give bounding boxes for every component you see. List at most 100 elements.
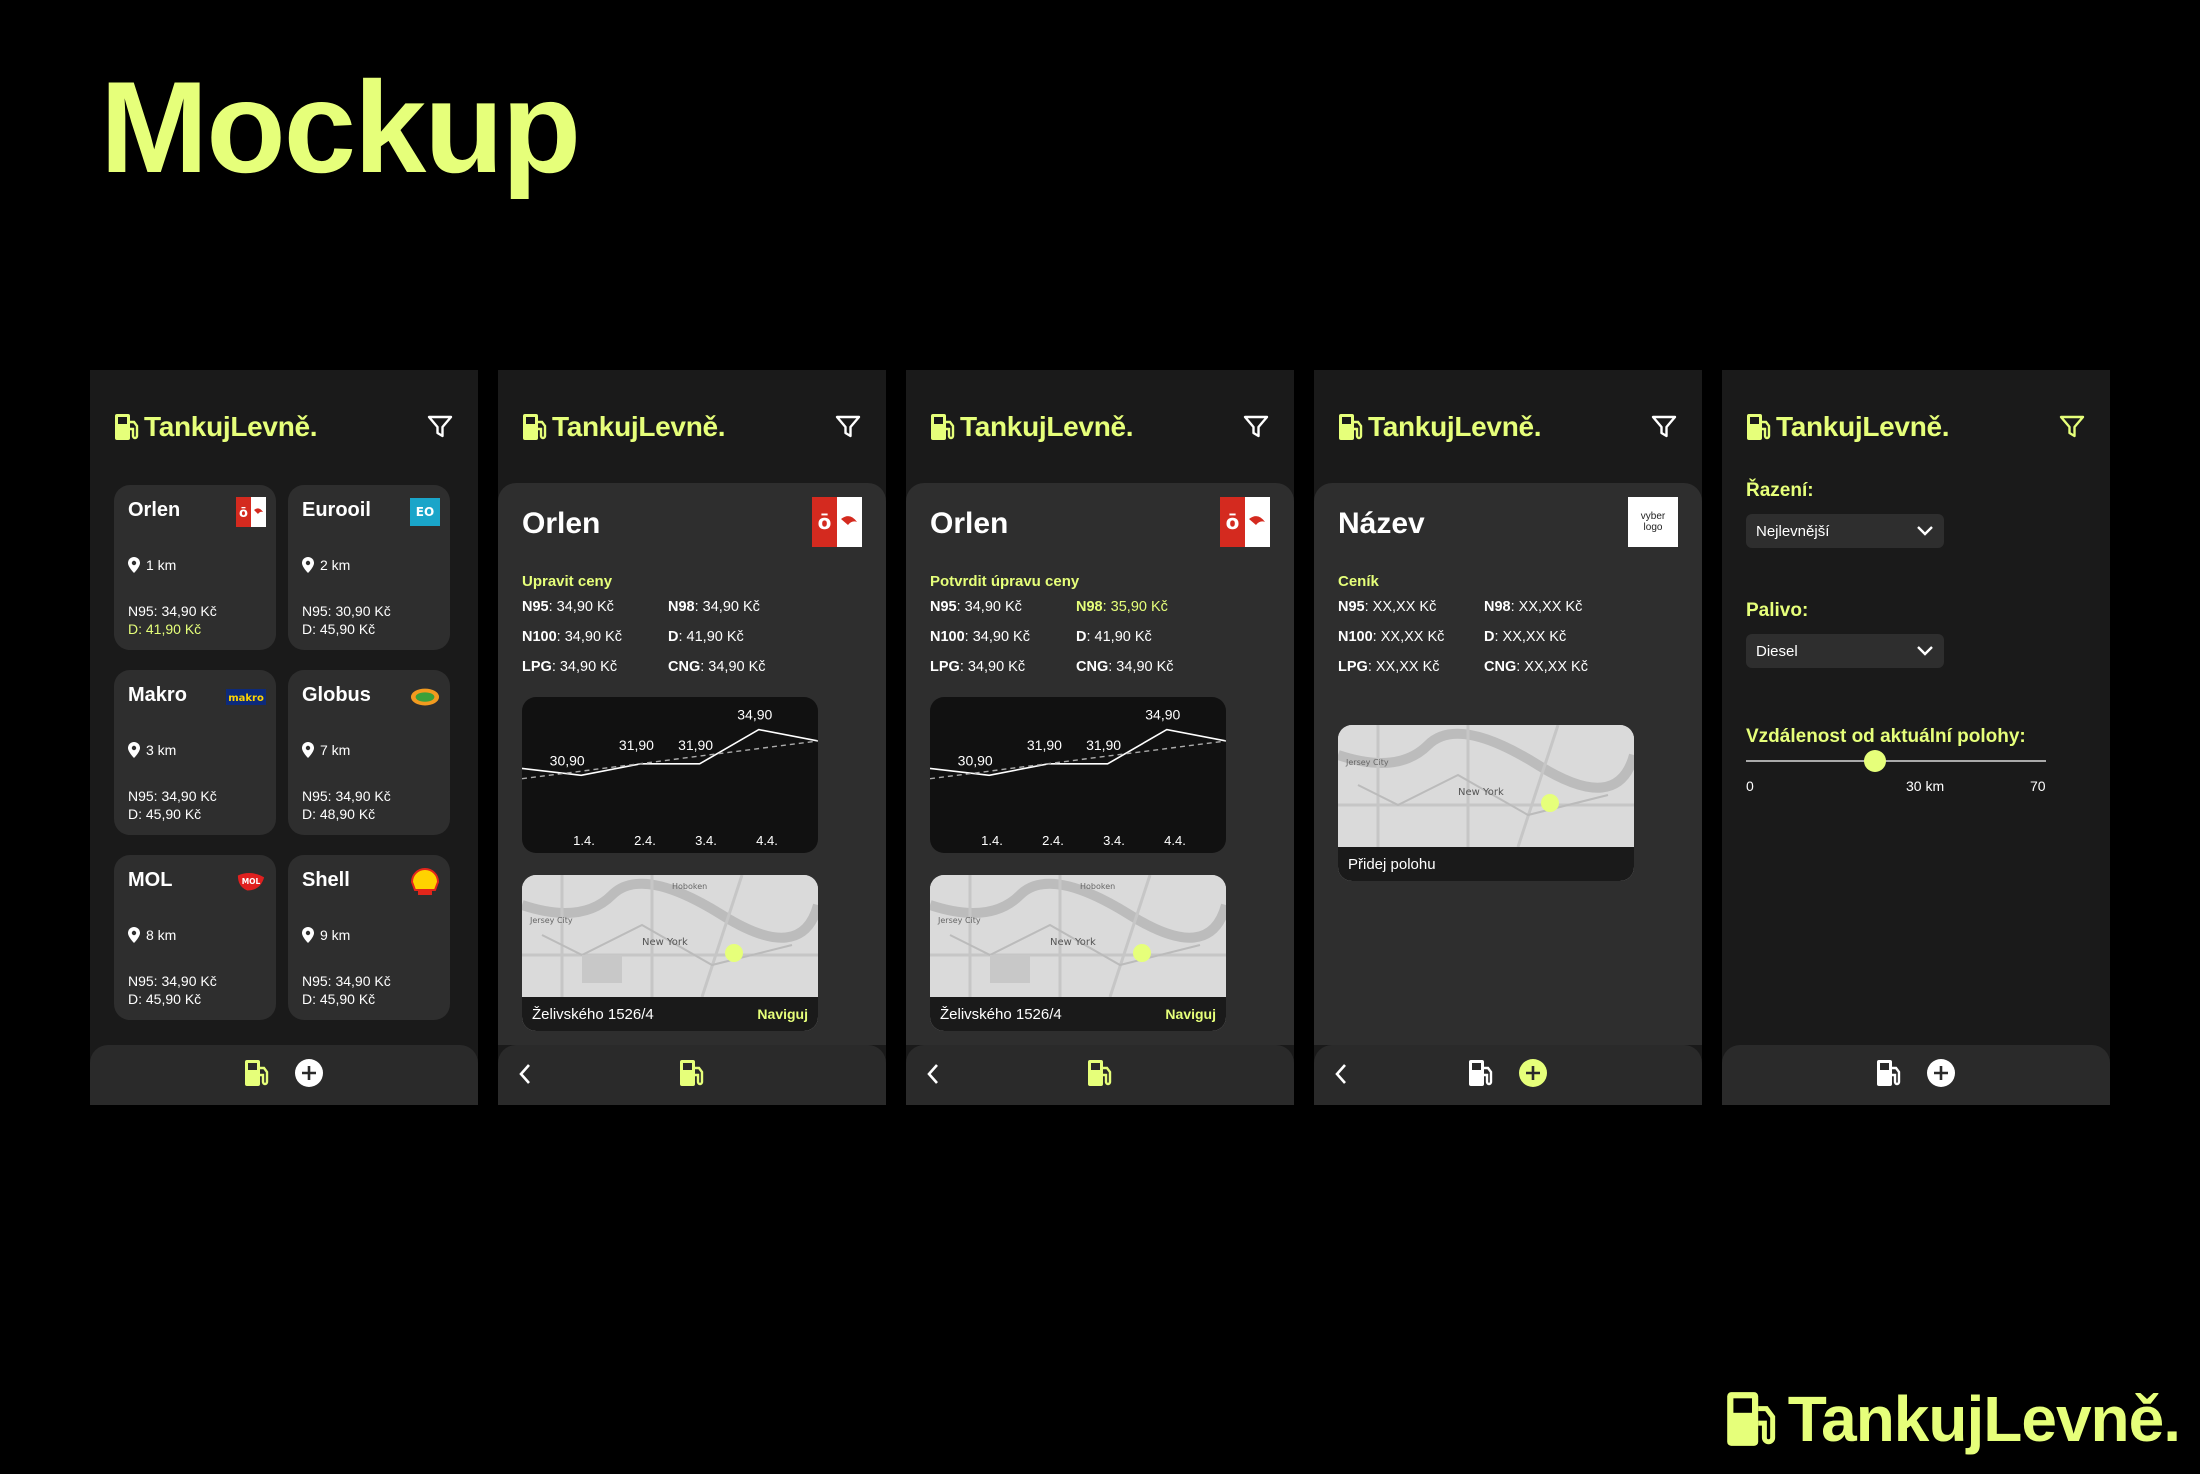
station-price-n95: N95: 34,90 Kč [128,973,217,989]
station-card-makro[interactable]: Makro makro 3 km N95: 34,90 Kč D: 45,90 … [114,670,276,835]
fuel-pump-nav-icon[interactable] [1876,1058,1902,1093]
price-diesel[interactable]: D: 41,90 Kč [1076,629,1250,645]
svg-text:ō: ō [1226,510,1240,534]
distance-slider[interactable] [1746,750,2046,772]
data-label: 31,90 [619,737,654,753]
station-card-orlen[interactable]: Orlen ō 1 km N95: 34,90 Kč D: 41,90 Kč [114,485,276,650]
x-tick-label: 1.4. [573,833,595,848]
screen-filter: TankujLevně. Řazení: Nejlevnější Palivo:… [1722,370,2110,1105]
bottom-nav [906,1045,1294,1105]
station-map[interactable]: Jersey City New York Hoboken Želivského … [930,875,1226,1031]
station-card-mol[interactable]: MOL MOL 8 km N95: 34,90 Kč D: 45,90 Kč [114,855,276,1020]
x-tick-label: 3.4. [1103,833,1125,848]
brand-name: TankujLevně. [1776,411,1950,442]
station-card-eurooil[interactable]: Eurooil EO 2 km N95: 30,90 Kč D: 45,90 K… [288,485,450,650]
map-label: Jersey City [937,916,981,925]
price-lpg[interactable]: LPG: 34,90 Kč [930,659,1076,675]
map-image: Jersey City New York Hoboken [930,875,1226,998]
add-station-icon[interactable] [1926,1058,1956,1093]
filter-icon[interactable] [1650,413,1678,441]
brand-name: TankujLevně. [1368,411,1542,442]
price-n95[interactable]: N95: 34,90 Kč [930,599,1076,615]
navigate-button[interactable]: Naviguj [1165,1006,1216,1022]
station-card-shell[interactable]: Shell 9 km N95: 34,90 Kč D: 45,90 Kč [288,855,450,1020]
choose-logo-button[interactable]: vyber logo [1628,497,1678,547]
station-distance: 2 km [302,557,350,573]
station-title: Orlen [930,507,1009,540]
svg-text:MOL: MOL [242,877,261,886]
station-price-diesel: D: 45,90 Kč [302,991,376,1007]
data-label: 31,90 [678,737,713,753]
add-station-icon[interactable] [1518,1058,1548,1093]
app-header: TankujLevně. [114,407,454,447]
slider-value-label: 30 km [1906,778,1945,794]
station-price-diesel: D: 48,90 Kč [302,806,376,822]
app-header: TankujLevně. [522,407,862,447]
data-label: 34,90 [737,707,772,723]
address-bar: Želivského 1526/4 Naviguj [930,997,1226,1031]
price-cng[interactable]: CNG: 34,90 Kč [1076,659,1250,675]
navigate-button[interactable]: Naviguj [757,1006,808,1022]
map-label: Jersey City [1345,758,1389,767]
price-n100[interactable]: N100: 34,90 Kč [930,629,1076,645]
data-label: 31,90 [1027,737,1062,753]
fuel-pump-nav-icon[interactable] [679,1058,705,1093]
fuel-pump-nav-icon[interactable] [1468,1058,1494,1093]
filter-icon[interactable] [1242,413,1270,441]
station-detail: Orlen ō Upravit ceny N95: 34,90 Kč N98: … [498,483,886,1045]
footer-brand-name: TankujLevně. [1787,1383,2181,1455]
address-bar: Želivského 1526/4 Naviguj [522,997,818,1031]
filter-icon[interactable] [834,413,862,441]
add-location-button[interactable]: Přidej polohu [1348,856,1436,873]
filter-icon[interactable] [426,413,454,441]
price-diesel[interactable]: D: XX,XX Kč [1484,629,1658,645]
station-price-diesel: D: 41,90 Kč [128,621,202,637]
station-map[interactable]: Jersey City New York Hoboken Želivského … [522,875,818,1031]
station-distance: 9 km [302,927,350,943]
fuel-pump-icon [523,414,547,440]
add-station-icon[interactable] [294,1058,324,1093]
fuel-value: Diesel [1756,642,1798,660]
price-diesel: D: 41,90 Kč [668,629,744,645]
station-price-n95: N95: 30,90 Kč [302,603,391,619]
location-pin-icon [302,742,314,758]
price-n100[interactable]: N100: XX,XX Kč [1338,629,1484,645]
price-cng[interactable]: CNG: XX,XX Kč [1484,659,1658,675]
brand-name: TankujLevně. [960,411,1134,442]
sort-select[interactable]: Nejlevnější [1746,514,1944,548]
brand: TankujLevně. [114,411,318,443]
price-lpg: LPG: 34,90 Kč [522,659,618,675]
price-n98[interactable]: N98: XX,XX Kč [1484,599,1658,615]
page-title: Mockup [100,54,581,200]
screen-new-station: TankujLevně. Název vyber logo Ceník N95:… [1314,370,1702,1105]
fuel-pump-nav-icon[interactable] [1087,1058,1113,1093]
station-price-diesel: D: 45,90 Kč [302,621,376,637]
station-address: Želivského 1526/4 [532,1005,654,1023]
station-price-n95: N95: 34,90 Kč [302,973,391,989]
back-icon[interactable] [518,1063,532,1090]
edit-prices-link[interactable]: Upravit ceny [522,573,612,590]
filter-icon[interactable] [2058,413,2086,441]
svg-text:EO: EO [416,505,434,519]
brand: TankujLevně. [1338,411,1542,443]
price-chart: 30,90 1.4. 31,90 2.4. 31,90 3.4. 34,90 4.4. [522,697,818,853]
price-n95[interactable]: N95: XX,XX Kč [1338,599,1484,615]
data-label: 30,90 [550,752,585,768]
station-price-n95: N95: 34,90 Kč [302,788,391,804]
price-lpg[interactable]: LPG: XX,XX Kč [1338,659,1484,675]
price-n98[interactable]: N98: 35,90 Kč [1076,599,1250,615]
station-card-globus[interactable]: Globus 7 km N95: 34,90 Kč D: 48,90 Kč [288,670,450,835]
app-header: TankujLevně. [930,407,1270,447]
slider-handle[interactable] [1864,750,1886,772]
makro-logo-icon: makro [226,682,266,712]
location-picker-map[interactable]: Jersey City New York Přidej polohu [1338,725,1634,881]
fuel-select[interactable]: Diesel [1746,634,1944,668]
back-icon[interactable] [1334,1063,1348,1090]
shell-logo-icon [410,867,440,897]
location-pin-icon [128,927,140,943]
fuel-pump-nav-icon[interactable] [244,1058,270,1093]
map-label: Hoboken [1080,882,1115,891]
confirm-prices-link[interactable]: Potvrdit úpravu ceny [930,573,1079,590]
back-icon[interactable] [926,1063,940,1090]
station-name-input[interactable]: Název [1338,507,1678,541]
